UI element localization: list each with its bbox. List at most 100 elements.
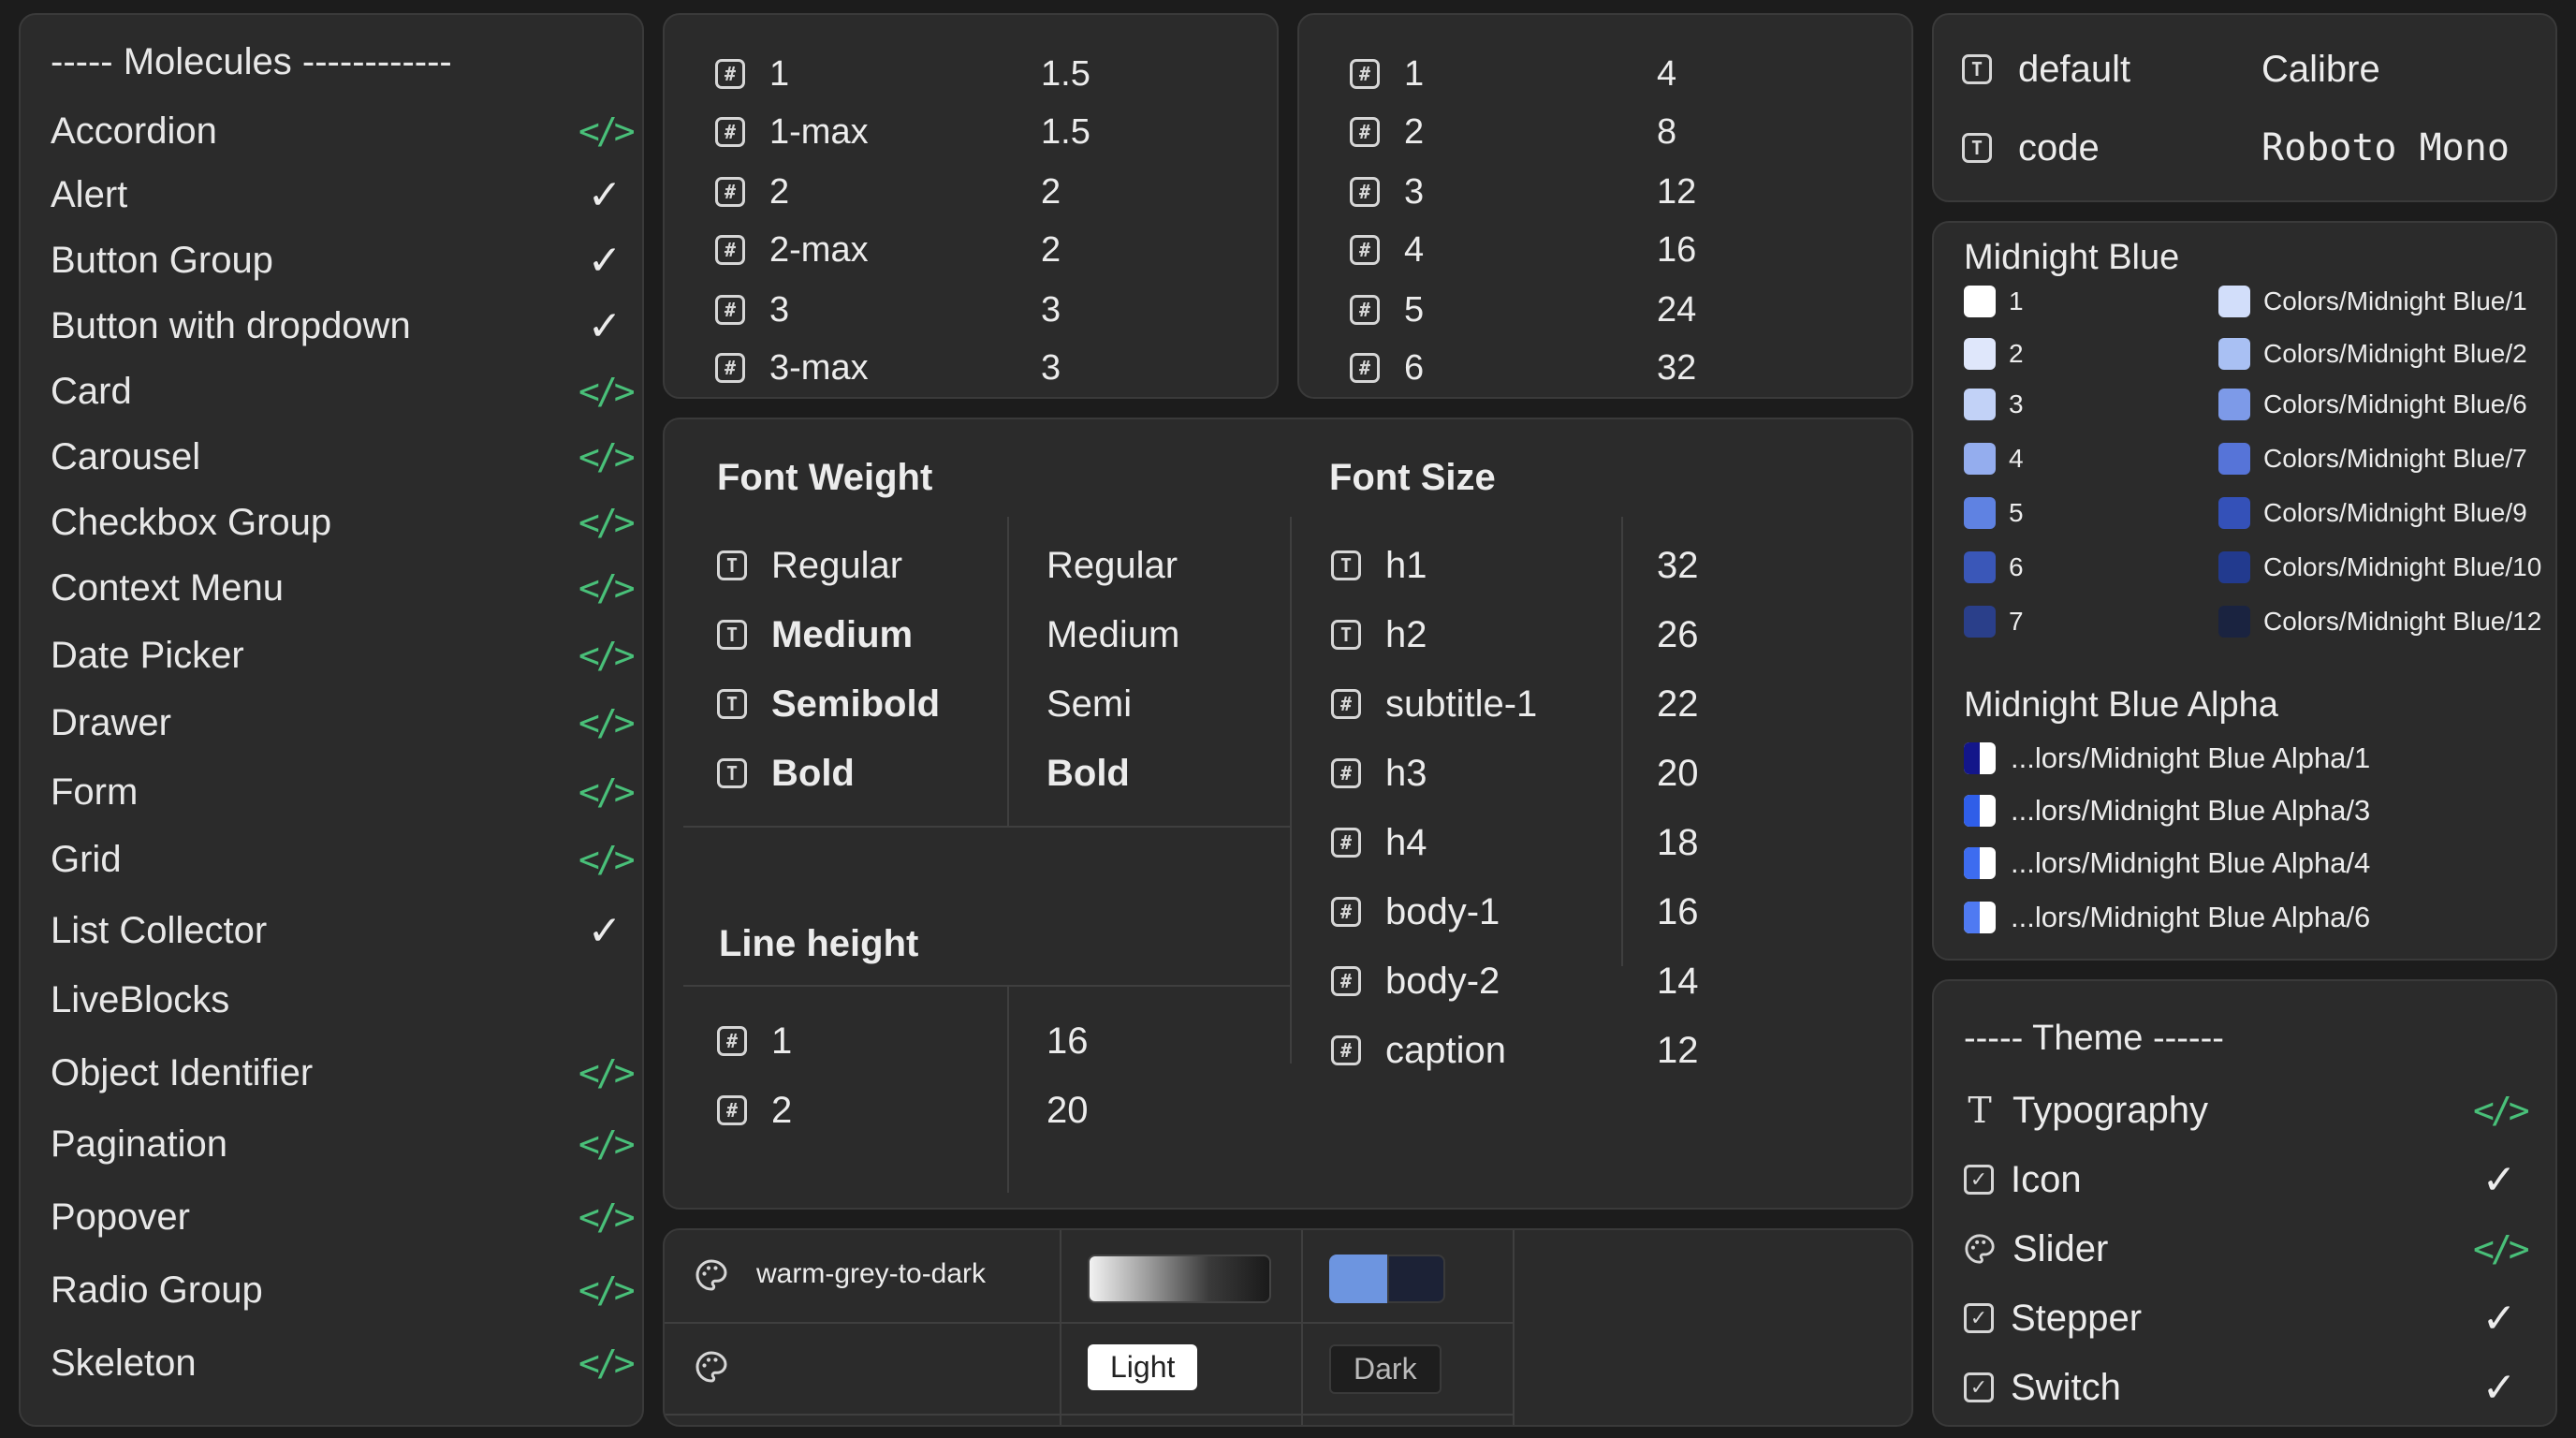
- token-row[interactable]: #2 2: [715, 169, 1277, 215]
- palette-icon: [695, 1259, 727, 1291]
- hash-icon: #: [1331, 758, 1361, 788]
- molecule-item[interactable]: Form </>: [51, 764, 636, 820]
- checkbox-icon: ✓: [1964, 1303, 1994, 1333]
- color-swatch-row[interactable]: 1: [1964, 281, 2024, 322]
- color-swatch-row[interactable]: Colors/Midnight Blue/9: [2218, 492, 2527, 534]
- molecule-item[interactable]: Button with dropdown ✓: [51, 298, 631, 354]
- font-weight-row[interactable]: T Regular: [717, 537, 902, 594]
- alpha-swatch-row[interactable]: ...lors/Midnight Blue Alpha/1: [1964, 738, 2370, 779]
- molecule-item[interactable]: Object Identifier </>: [51, 1045, 636, 1101]
- hash-icon: #: [1331, 689, 1361, 719]
- divider: [1301, 1230, 1303, 1425]
- molecule-item[interactable]: Grid </>: [51, 831, 636, 888]
- font-weight-row[interactable]: T Bold: [717, 745, 855, 801]
- token-row[interactable]: #1 1.5: [715, 51, 1277, 97]
- midnight-blue-title: Midnight Blue: [1964, 238, 2180, 277]
- font-family-row[interactable]: Tdefault Calibre: [1962, 41, 2380, 97]
- color-swatch-row[interactable]: Colors/Midnight Blue/2: [2218, 333, 2527, 374]
- font-family-row[interactable]: Tcode Roboto Mono: [1962, 120, 2510, 176]
- code-icon: </>: [578, 702, 636, 743]
- theme-item[interactable]: ✓ Switch ✓: [1964, 1359, 2525, 1416]
- token-row[interactable]: #3 12: [1350, 169, 1911, 215]
- molecule-item[interactable]: Card </>: [51, 363, 636, 419]
- molecule-item[interactable]: Accordion </>: [51, 103, 636, 159]
- code-icon: </>: [2473, 1090, 2530, 1131]
- token-row[interactable]: #3 3: [715, 286, 1277, 333]
- token-row[interactable]: #3-max 3: [715, 345, 1277, 391]
- color-swatch-row[interactable]: Colors/Midnight Blue/6: [2218, 384, 2527, 425]
- color-label: Colors/Midnight Blue/12: [2263, 607, 2542, 636]
- alpha-swatch-row[interactable]: ...lors/Midnight Blue Alpha/6: [1964, 897, 2370, 938]
- molecule-item[interactable]: Context Menu </>: [51, 560, 636, 616]
- molecule-item[interactable]: Popover </>: [51, 1189, 636, 1245]
- color-swatch-row[interactable]: 6: [1964, 547, 2024, 588]
- font-size-row[interactable]: Th1: [1331, 537, 1427, 594]
- molecule-item[interactable]: Checkbox Group </>: [51, 494, 636, 550]
- hash-icon: #: [1350, 235, 1380, 265]
- token-row[interactable]: #5 24: [1350, 286, 1911, 333]
- font-weight-row[interactable]: T Medium: [717, 607, 913, 663]
- theme-item[interactable]: ✓ Icon ✓: [1964, 1152, 2525, 1208]
- color-swatch-row[interactable]: 3: [1964, 384, 2024, 425]
- molecule-item[interactable]: Drawer </>: [51, 695, 636, 751]
- token-row[interactable]: #6 32: [1350, 345, 1911, 391]
- line-height-row[interactable]: #1: [717, 1013, 792, 1069]
- code-icon: </>: [578, 436, 636, 477]
- font-weight-value: Regular: [1046, 545, 1178, 586]
- token-row[interactable]: #1-max 1.5: [715, 109, 1277, 155]
- molecule-item[interactable]: Alert ✓: [51, 167, 631, 223]
- token-value: 4: [1657, 53, 1677, 94]
- font-weight-row[interactable]: T Semibold: [717, 676, 940, 732]
- alpha-label: ...lors/Midnight Blue Alpha/3: [2011, 794, 2371, 827]
- color-swatch-row[interactable]: 2: [1964, 333, 2024, 374]
- text-icon: T: [717, 758, 747, 788]
- token-value: 12: [1657, 171, 1697, 212]
- font-size-row[interactable]: # caption: [1331, 1022, 1506, 1078]
- font-size-row[interactable]: # h4: [1331, 814, 1427, 871]
- token-value: 8: [1657, 111, 1677, 152]
- theme-item[interactable]: Slider </>: [1964, 1221, 2530, 1277]
- token-key: 2: [769, 171, 790, 212]
- molecule-item[interactable]: Button Group ✓: [51, 232, 631, 288]
- token-row[interactable]: #2-max 2: [715, 227, 1277, 273]
- font-weight-value: Semi: [1046, 683, 1133, 725]
- theme-item[interactable]: ✓ Stepper ✓: [1964, 1290, 2525, 1346]
- font-size-value: 20: [1657, 753, 1699, 794]
- alpha-swatch-fill: [1964, 795, 1980, 827]
- molecule-item[interactable]: LiveBlocks: [51, 972, 631, 1028]
- molecule-item[interactable]: Pagination </>: [51, 1116, 636, 1172]
- color-swatch-row[interactable]: 7: [1964, 601, 2024, 642]
- molecule-item[interactable]: Carousel </>: [51, 429, 636, 485]
- token-row[interactable]: #4 16: [1350, 227, 1911, 273]
- light-chip[interactable]: Light: [1088, 1344, 1198, 1390]
- color-swatch-row[interactable]: Colors/Midnight Blue/1: [2218, 281, 2527, 322]
- font-size-row[interactable]: # body-2: [1331, 953, 1500, 1009]
- color-swatch-row[interactable]: Colors/Midnight Blue/10: [2218, 547, 2541, 588]
- alpha-swatch-row[interactable]: ...lors/Midnight Blue Alpha/3: [1964, 790, 2370, 831]
- font-size-row[interactable]: # subtitle-1: [1331, 676, 1537, 732]
- color-swatch: [2218, 443, 2250, 475]
- font-size-row[interactable]: # h3: [1331, 745, 1427, 801]
- color-swatch-row[interactable]: Colors/Midnight Blue/12: [2218, 601, 2541, 642]
- dark-chip[interactable]: Dark: [1329, 1344, 1442, 1394]
- molecule-label: Carousel: [51, 435, 201, 477]
- token-row[interactable]: #2 8: [1350, 109, 1911, 155]
- alpha-swatch-row[interactable]: ...lors/Midnight Blue Alpha/4: [1964, 843, 2370, 884]
- molecule-item[interactable]: Date Picker </>: [51, 627, 636, 683]
- line-height-row[interactable]: #2: [717, 1082, 792, 1138]
- color-swatch-row[interactable]: 5: [1964, 492, 2024, 534]
- code-icon: </>: [578, 1052, 636, 1093]
- color-swatch-row[interactable]: Colors/Midnight Blue/7: [2218, 438, 2527, 479]
- theme-item[interactable]: T Typography </>: [1964, 1082, 2530, 1138]
- text-icon: T: [1331, 620, 1361, 650]
- color-label: 2: [2009, 339, 2024, 368]
- molecule-item[interactable]: Radio Group </>: [51, 1262, 636, 1318]
- font-size-row[interactable]: # body-1: [1331, 884, 1500, 940]
- token-row[interactable]: #1 4: [1350, 51, 1911, 97]
- color-swatch-row[interactable]: 4: [1964, 438, 2024, 479]
- alpha-swatch-fill: [1964, 742, 1980, 774]
- molecule-item[interactable]: Skeleton </>: [51, 1335, 636, 1391]
- molecule-item[interactable]: List Collector ✓: [51, 902, 631, 959]
- molecule-label: Form: [51, 770, 139, 813]
- font-size-row[interactable]: Th2: [1331, 607, 1427, 663]
